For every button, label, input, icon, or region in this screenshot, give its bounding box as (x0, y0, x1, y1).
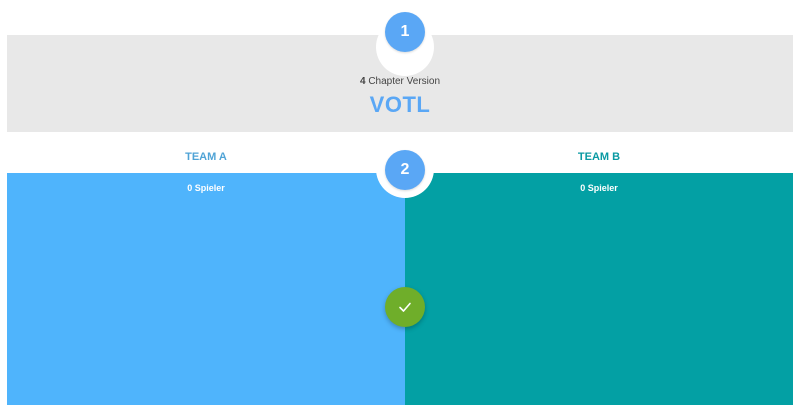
chapter-label: Chapter Version (368, 76, 441, 87)
check-icon (397, 299, 413, 315)
version-title[interactable]: VOTL (7, 92, 793, 118)
team-a-label: TEAM A (185, 151, 227, 163)
step-badge-1: 1 (385, 12, 425, 52)
step-badge-2: 2 (385, 150, 425, 190)
version-subtitle: 4 Chapter Version (7, 76, 793, 87)
confirm-button[interactable] (385, 287, 425, 327)
team-b-label: TEAM B (577, 151, 621, 163)
team-b-panel[interactable]: 0 Spieler (405, 173, 793, 405)
chapter-count: 4 (359, 76, 366, 87)
team-b-player-count: 0 Spieler (580, 183, 618, 193)
team-a-player-count: 0 Spieler (187, 183, 225, 193)
team-a-panel[interactable]: 0 Spieler (7, 173, 405, 405)
